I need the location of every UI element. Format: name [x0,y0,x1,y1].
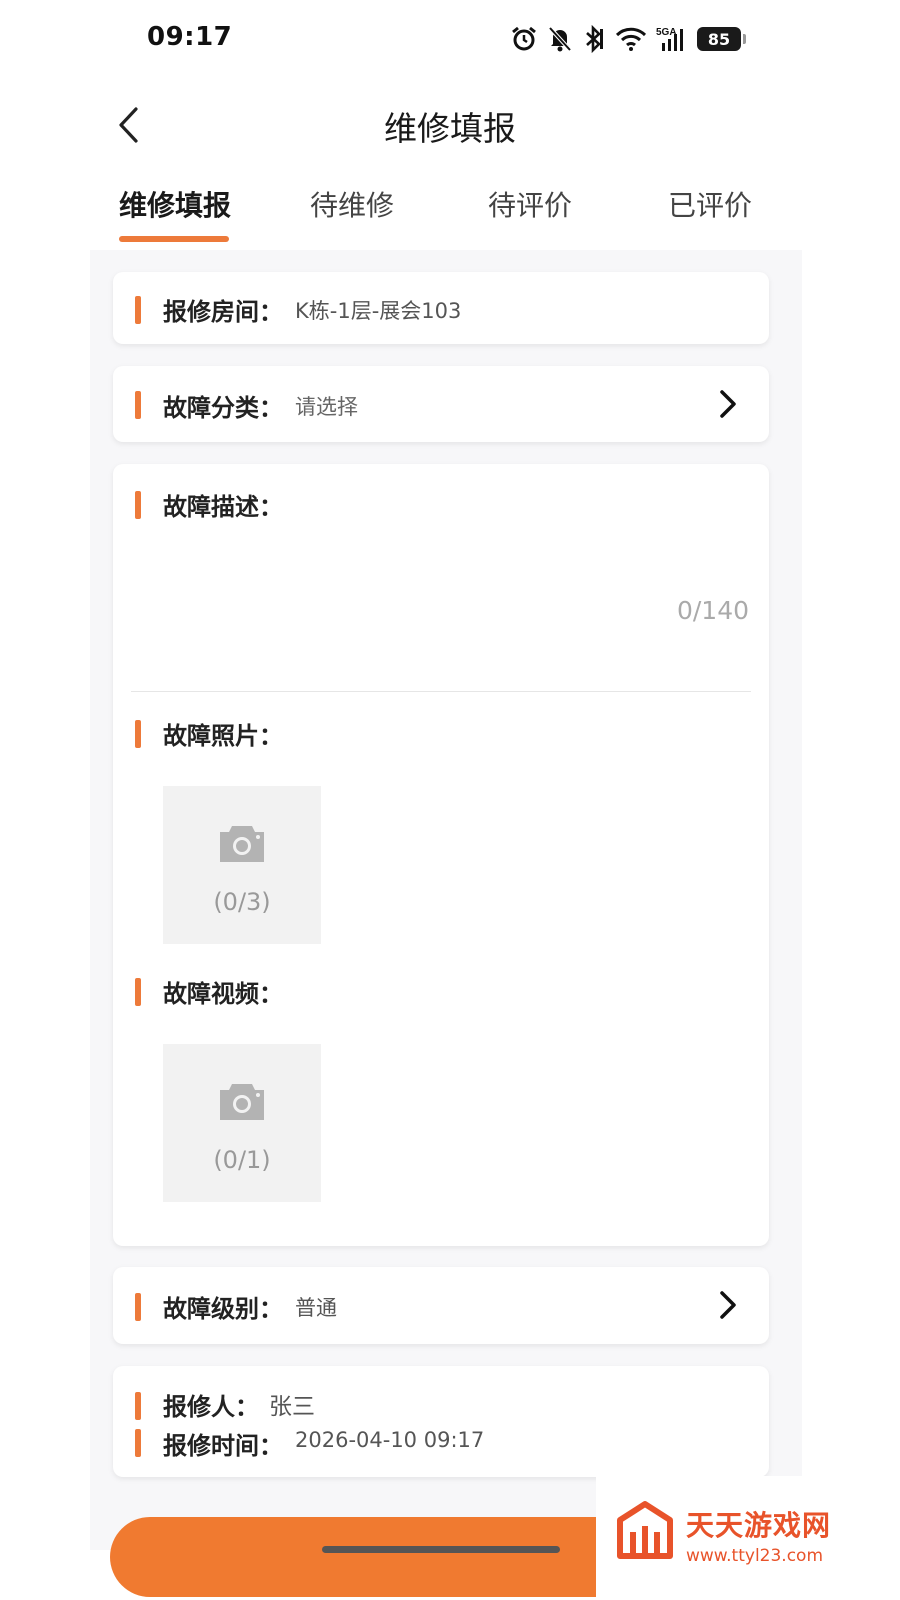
chevron-right-icon[interactable] [715,1289,741,1321]
tab-repair-report[interactable]: 维修填报 [119,184,231,224]
accent-bar [135,720,141,748]
chevron-right-icon[interactable] [715,388,741,420]
wifi-icon [615,27,647,51]
tab-reviewed[interactable]: 已评价 [668,184,752,224]
watermark-logo-icon [617,1501,673,1559]
accent-bar [135,978,141,1006]
home-indicator[interactable] [322,1546,560,1553]
reporter-value: 张三 [269,1394,315,1420]
tab-bar: 维修填报 待维修 待评价 已评价 [110,184,770,248]
category-label: 故障分类： [163,394,283,422]
watermark-title: 天天游戏网 [686,1509,832,1542]
alarm-icon [512,26,536,51]
photo-count: (0/3) [213,888,271,916]
status-icons: 5GA 85 [510,22,746,56]
tab-active-indicator [119,236,229,242]
page-title: 维修填报 [384,109,516,148]
accent-bar [135,1429,141,1457]
tab-pending-repair[interactable]: 待维修 [310,184,394,224]
photos-label: 故障照片： [163,722,283,750]
level-value[interactable]: 普通 [295,1292,337,1322]
category-select[interactable]: 请选择 [295,391,358,421]
description-counter: 0/140 [676,596,749,625]
reporter-label: 报修人： [163,1393,259,1421]
report-time-value: 2026-04-10 09:17 [295,1428,485,1452]
tab-pending-review[interactable]: 待评价 [488,184,572,224]
report-time-label: 报修时间： [163,1432,283,1460]
description-textarea[interactable] [163,524,749,674]
watermark: 天天游戏网 www.ttyl23.com [596,1476,900,1600]
camera-icon [220,1084,264,1120]
svg-text:5GA: 5GA [656,27,677,38]
watermark-url: www.ttyl23.com [686,1546,824,1566]
status-time: 09:17 [147,22,233,52]
accent-bar [135,1293,141,1321]
room-label: 报修房间： [163,298,283,326]
accent-bar [135,391,141,419]
battery-icon: 85 [697,27,746,51]
description-label: 故障描述： [163,493,283,521]
room-card: 报修房间： K栋-1层-展会103 [113,272,769,344]
video-count: (0/1) [213,1146,271,1174]
category-card[interactable]: 故障分类： 请选择 [113,366,769,442]
divider [131,691,751,692]
room-value: K栋-1层-展会103 [295,299,462,323]
fault-detail-card: 故障描述： 0/140 故障照片： (0/3) 故障视频： (0/1) [113,464,769,1246]
reporter-card: 报修人： 张三 报修时间： 2026-04-10 09:17 [113,1366,769,1477]
nav-bar: 维修填报 [0,90,900,160]
bluetooth-icon [586,25,603,53]
mute-icon [548,26,572,52]
accent-bar [135,1392,141,1420]
accent-bar [135,491,141,519]
accent-bar [135,296,141,324]
level-card[interactable]: 故障级别： 普通 [113,1267,769,1344]
videos-label: 故障视频： [163,980,283,1008]
camera-icon [220,826,264,862]
photo-upload-button[interactable]: (0/3) [163,786,321,944]
video-upload-button[interactable]: (0/1) [163,1044,321,1202]
level-label: 故障级别： [163,1295,283,1323]
signal-5ga-icon: 5GA [656,27,683,51]
status-bar: 09:17 5GA 85 [0,0,900,80]
